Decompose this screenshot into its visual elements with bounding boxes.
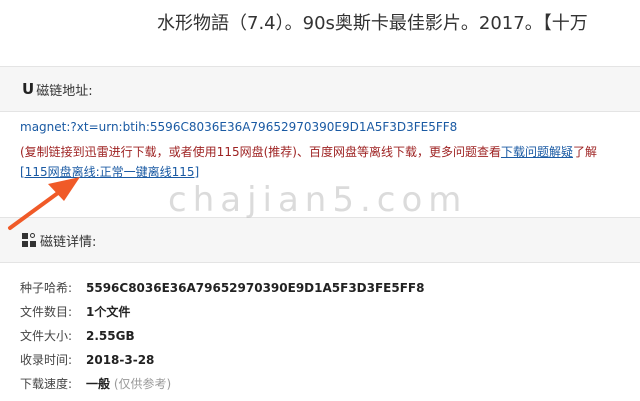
offline-115-link[interactable]: [115网盘离线:正常一键离线115] bbox=[20, 163, 199, 180]
details-panel: 磁链详情: 种子哈希: 5596C8036E36A79652970390E9D1A… bbox=[0, 217, 640, 401]
watermark: chajian5.com bbox=[168, 180, 468, 220]
tip-prefix: (复制链接到迅雷进行下载，或者使用115网盘(推荐)、百度网盘等离线下载，更多问… bbox=[20, 145, 501, 159]
details-panel-header: 磁链详情: bbox=[0, 218, 640, 263]
detail-value: 1个文件 bbox=[86, 305, 131, 319]
magnet-panel: U 磁链地址: magnet:?xt=urn:btih:5596C8036E36… bbox=[0, 66, 640, 193]
detail-value: 2.55GB bbox=[86, 329, 135, 343]
magnet-panel-title: 磁链地址: bbox=[36, 83, 93, 99]
detail-label: 种子哈希: bbox=[20, 281, 73, 295]
details-icon bbox=[22, 233, 36, 247]
detail-label: 文件大小: bbox=[20, 329, 73, 343]
detail-label: 收录时间: bbox=[20, 353, 73, 367]
details-panel-title: 磁链详情: bbox=[40, 234, 97, 250]
detail-row-size: 文件大小: 2.55GB bbox=[20, 327, 135, 344]
download-tip: (复制链接到迅雷进行下载，或者使用115网盘(推荐)、百度网盘等离线下载，更多问… bbox=[20, 143, 640, 160]
tip-suffix: 了解 bbox=[572, 145, 597, 159]
detail-row-date: 收录时间: 2018-3-28 bbox=[20, 351, 154, 368]
page-title: 水形物語（7.4）。90s奥斯卡最佳影片。2017。【十万 bbox=[157, 13, 588, 34]
detail-label: 文件数目: bbox=[20, 305, 73, 319]
detail-row-hash: 种子哈希: 5596C8036E36A79652970390E9D1A5F3D3F… bbox=[20, 279, 424, 296]
detail-row-files: 文件数目: 1个文件 bbox=[20, 303, 130, 320]
magnet-icon: U bbox=[22, 80, 35, 98]
detail-note: (仅供参考) bbox=[113, 377, 172, 391]
magnet-link[interactable]: magnet:?xt=urn:btih:5596C8036E36A7965297… bbox=[20, 120, 457, 134]
magnet-panel-header: U 磁链地址: bbox=[0, 67, 640, 112]
detail-row-speed: 下载速度: 一般 (仅供参考) bbox=[20, 375, 171, 392]
detail-value: 2018-3-28 bbox=[86, 353, 155, 367]
detail-label: 下载速度: bbox=[20, 377, 73, 391]
download-faq-link[interactable]: 下载问题解疑 bbox=[501, 145, 573, 159]
detail-value: 一般 bbox=[86, 377, 111, 391]
detail-value: 5596C8036E36A79652970390E9D1A5F3D3FE5FF8 bbox=[86, 281, 425, 295]
